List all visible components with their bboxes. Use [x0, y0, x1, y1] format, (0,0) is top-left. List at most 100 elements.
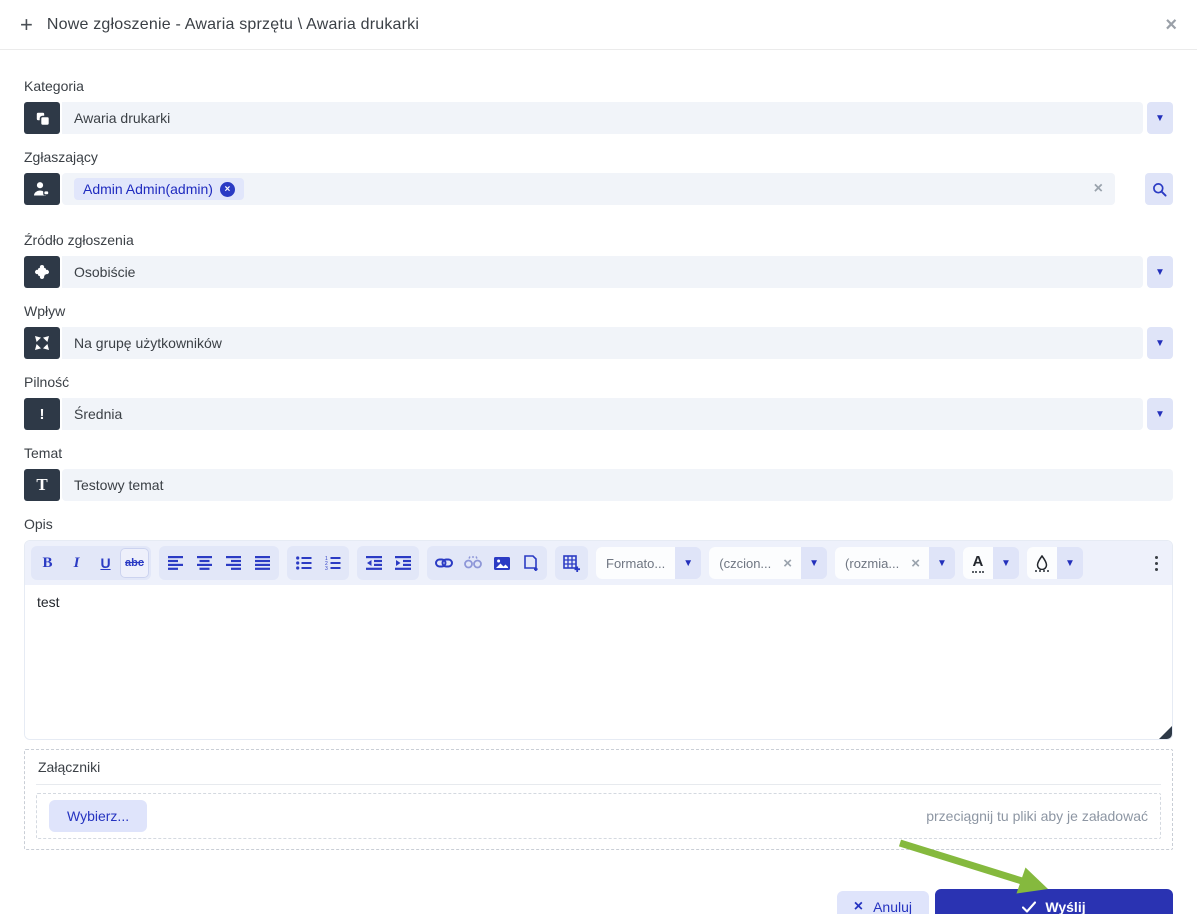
category-input[interactable]: Awaria drukarki — [62, 102, 1143, 134]
description-label: Opis — [24, 516, 53, 532]
outdent-button[interactable] — [359, 548, 388, 578]
check-icon — [1022, 901, 1037, 913]
requester-search-button[interactable] — [1145, 173, 1173, 205]
strikethrough-button[interactable]: abc — [120, 548, 149, 578]
outdent-icon — [365, 556, 382, 570]
table-plus-icon — [563, 554, 580, 572]
chevron-down-icon: ▼ — [1155, 408, 1165, 420]
chevron-down-icon: ▼ — [1155, 337, 1165, 349]
source-dropdown-button[interactable]: ▼ — [1147, 256, 1173, 288]
chevron-down-icon: ▼ — [928, 547, 955, 579]
format-dropdown[interactable]: Formato... ▼ — [596, 547, 702, 579]
indent-button[interactable] — [388, 548, 417, 578]
requester-label: Zgłaszający — [24, 149, 98, 165]
requester-chip-label: Admin Admin(admin) — [83, 181, 213, 197]
subject-text-icon: T — [24, 469, 60, 501]
link-button[interactable] — [429, 548, 458, 578]
align-left-button[interactable] — [161, 548, 190, 578]
chevron-down-icon: ▼ — [801, 547, 828, 579]
align-center-icon — [196, 556, 212, 570]
clear-icon[interactable]: × — [1094, 180, 1103, 198]
cancel-x-icon: × — [853, 898, 864, 914]
bold-button[interactable]: B — [33, 548, 62, 578]
clear-size-icon[interactable]: × — [909, 547, 929, 579]
chevron-down-icon: ▼ — [992, 547, 1019, 579]
requester-row: Admin Admin(admin) × × — [24, 173, 1173, 205]
impact-dropdown-button[interactable]: ▼ — [1147, 327, 1173, 359]
category-row: Awaria drukarki ▼ — [24, 102, 1173, 134]
insert-group — [427, 546, 547, 580]
more-options-button[interactable] — [1155, 555, 1158, 571]
editor-toolbar: B I U abc 123 Formato... ▼ (czcion... × … — [25, 541, 1172, 585]
chevron-down-icon: ▼ — [1155, 112, 1165, 124]
align-right-button[interactable] — [219, 548, 248, 578]
italic-button[interactable]: I — [62, 548, 91, 578]
kebab-icon — [1155, 555, 1158, 559]
font-dropdown[interactable]: (czcion... × ▼ — [709, 547, 828, 579]
subject-value: Testowy temat — [74, 477, 164, 493]
close-icon[interactable]: × — [1165, 15, 1177, 35]
text-color-icon: A — [971, 553, 985, 573]
description-editor-area[interactable]: test — [25, 585, 1172, 739]
align-group — [159, 546, 279, 580]
justify-button[interactable] — [248, 548, 277, 578]
source-input[interactable]: Osobiście — [62, 256, 1143, 288]
urgency-dropdown-button[interactable]: ▼ — [1147, 398, 1173, 430]
category-dropdown-button[interactable]: ▼ — [1147, 102, 1173, 134]
submit-button[interactable]: Wyślij — [935, 889, 1173, 914]
insert-image-button[interactable] — [487, 548, 516, 578]
urgency-label: Pilność — [24, 374, 70, 390]
list-group: 123 — [287, 546, 349, 580]
page-plus-icon — [523, 555, 538, 571]
unlink-button[interactable] — [458, 548, 487, 578]
dialog-footer: × Anuluj Wyślij — [0, 889, 1197, 914]
category-value: Awaria drukarki — [74, 110, 171, 126]
chevron-down-icon: ▼ — [1155, 266, 1165, 278]
indent-icon — [394, 556, 411, 570]
submit-label: Wyślij — [1045, 899, 1086, 914]
align-center-button[interactable] — [190, 548, 219, 578]
source-label: Źródło zgłoszenia — [24, 232, 134, 248]
background-color-dropdown[interactable]: ▼ — [1026, 547, 1083, 579]
requester-input[interactable]: Admin Admin(admin) × × — [62, 173, 1115, 205]
editor-resize-handle[interactable] — [1159, 726, 1172, 739]
urgency-exclamation-icon: ! — [24, 398, 60, 430]
requester-chip: Admin Admin(admin) × — [74, 178, 244, 200]
droplet-icon — [1036, 554, 1048, 570]
subject-label: Temat — [24, 445, 63, 461]
category-label: Kategoria — [24, 78, 84, 94]
file-dropzone[interactable]: Wybierz... przeciągnij tu pliki aby je z… — [36, 793, 1161, 839]
size-dropdown[interactable]: (rozmia... × ▼ — [835, 547, 955, 579]
underline-button[interactable]: U — [91, 548, 120, 578]
text-color-dropdown[interactable]: A ▼ — [962, 547, 1019, 579]
text-style-group: B I U abc — [31, 546, 151, 580]
image-icon — [493, 556, 510, 570]
category-icon — [24, 102, 60, 134]
chevron-down-icon: ▼ — [675, 547, 702, 579]
table-group — [555, 546, 588, 580]
numbered-list-button[interactable]: 123 — [318, 548, 347, 578]
attachments-label: Załączniki — [36, 758, 1161, 785]
source-row: Osobiście ▼ — [24, 256, 1173, 288]
clear-font-icon[interactable]: × — [781, 547, 802, 579]
subject-input[interactable]: Testowy temat — [62, 469, 1173, 501]
bullet-list-button[interactable] — [289, 548, 318, 578]
chip-remove-icon[interactable]: × — [219, 181, 235, 197]
plus-icon: + — [20, 11, 33, 37]
impact-value: Na grupę użytkowników — [74, 335, 222, 351]
bullet-list-icon — [295, 556, 311, 570]
cancel-button[interactable]: × Anuluj — [836, 891, 929, 914]
impact-compress-icon — [24, 327, 60, 359]
choose-file-button[interactable]: Wybierz... — [49, 800, 148, 832]
requester-person-icon — [24, 173, 60, 205]
insert-page-button[interactable] — [516, 548, 545, 578]
unlink-icon — [463, 556, 482, 569]
numbered-list-icon: 123 — [325, 556, 340, 570]
insert-table-button[interactable] — [557, 548, 586, 578]
impact-input[interactable]: Na grupę użytkowników — [62, 327, 1143, 359]
chevron-down-icon: ▼ — [1056, 547, 1083, 579]
urgency-input[interactable]: Średnia — [62, 398, 1143, 430]
indent-group — [357, 546, 419, 580]
new-ticket-dialog: + Nowe zgłoszenie - Awaria sprzętu \ Awa… — [0, 0, 1197, 914]
svg-text:3: 3 — [325, 566, 328, 570]
